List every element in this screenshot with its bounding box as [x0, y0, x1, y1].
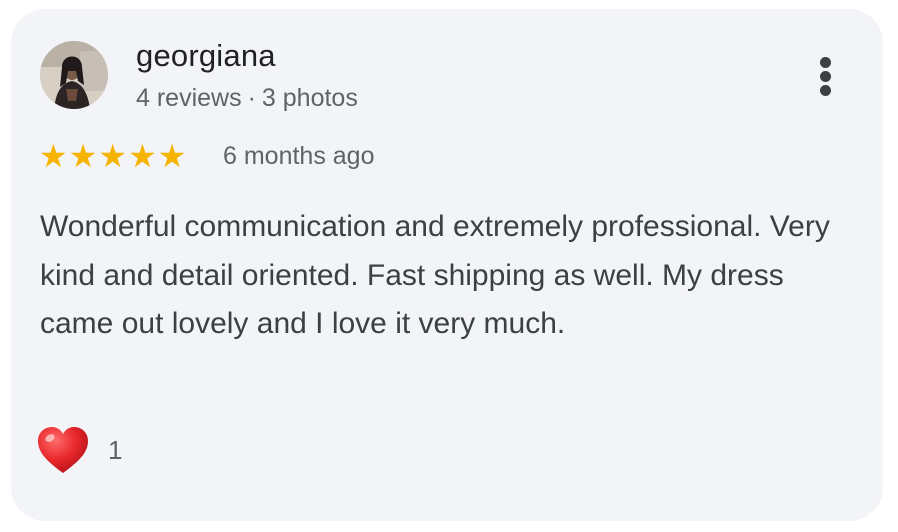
- reviewer-avatar[interactable]: [40, 41, 108, 109]
- star-rating: ★ ★ ★ ★ ★: [39, 139, 187, 173]
- avatar-photo-icon: [40, 41, 108, 109]
- star-icon: ★: [68, 138, 98, 174]
- star-icon: ★: [128, 138, 157, 174]
- review-card: georgiana 4 reviews · 3 photos ★ ★ ★ ★ ★ 6…: [11, 9, 883, 521]
- star-icon: ★: [157, 138, 187, 174]
- review-text: Wonderful communication and extremely pr…: [40, 210, 830, 340]
- heart-icon: [38, 427, 88, 473]
- more-options-button[interactable]: [809, 49, 843, 103]
- reviews-count: 4 reviews: [136, 84, 242, 112]
- star-icon: ★: [39, 138, 68, 174]
- reviewer-name[interactable]: georgiana: [136, 38, 276, 74]
- photos-count: 3 photos: [261, 84, 358, 112]
- review-date: 6 months ago: [223, 142, 375, 170]
- like-reaction-button[interactable]: 1: [36, 425, 122, 475]
- reaction-count: 1: [108, 434, 123, 465]
- star-icon: ★: [98, 138, 128, 174]
- meta-separator: ·: [247, 84, 256, 112]
- reviewer-meta: 4 reviews · 3 photos: [136, 84, 358, 113]
